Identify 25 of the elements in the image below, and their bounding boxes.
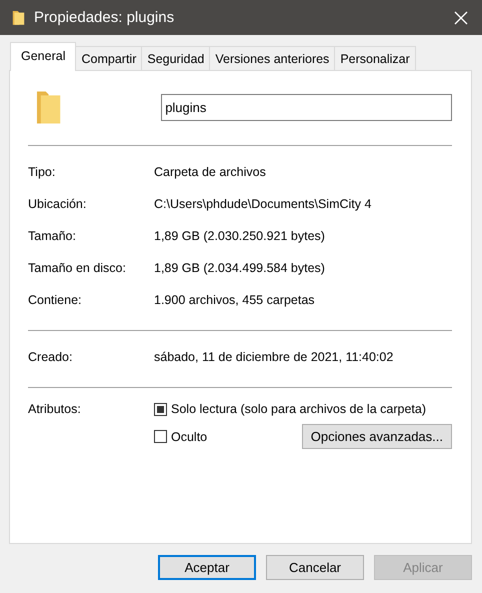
dialog-button[interactable]: Aceptar <box>158 555 256 580</box>
checkbox[interactable]: Oculto <box>154 430 208 444</box>
tab[interactable]: General <box>10 42 76 71</box>
field-value: sábado, 11 de diciembre de 2021, 11:40:02 <box>154 350 394 364</box>
field-value: Carpeta de archivos <box>154 165 266 179</box>
folder-icon <box>36 89 62 125</box>
field-value: 1.900 archivos, 455 carpetas <box>154 293 315 307</box>
field-label: Tamaño: <box>28 229 77 243</box>
field-label: Creado: <box>28 350 74 364</box>
field-value: 1,89 GB (2.034.499.584 bytes) <box>154 261 325 275</box>
checkbox[interactable]: Solo lectura (solo para archivos de la carpeta) <box>154 402 426 416</box>
advanced-options-button[interactable]: Opciones avanzadas... <box>302 424 452 449</box>
attributes-label: Atributos: <box>28 402 82 418</box>
window-title: Propiedades: plugins <box>34 9 176 26</box>
field-label: Ubicación: <box>28 197 88 211</box>
name-field[interactable]: plugins <box>161 94 452 120</box>
field-label: Tipo: <box>28 165 56 179</box>
field-value: 1,89 GB (2.030.250.921 bytes) <box>154 229 325 243</box>
close-icon[interactable] <box>454 10 468 24</box>
dialog-button[interactable]: Cancelar <box>266 555 364 580</box>
field-label: Contiene: <box>28 293 83 307</box>
field-value: C:\Users\phdude\Documents\SimCity 4 <box>154 197 372 211</box>
folder-icon <box>12 9 25 26</box>
tab[interactable]: Personalizar <box>334 46 416 70</box>
field-label: Tamaño en disco: <box>28 261 127 275</box>
